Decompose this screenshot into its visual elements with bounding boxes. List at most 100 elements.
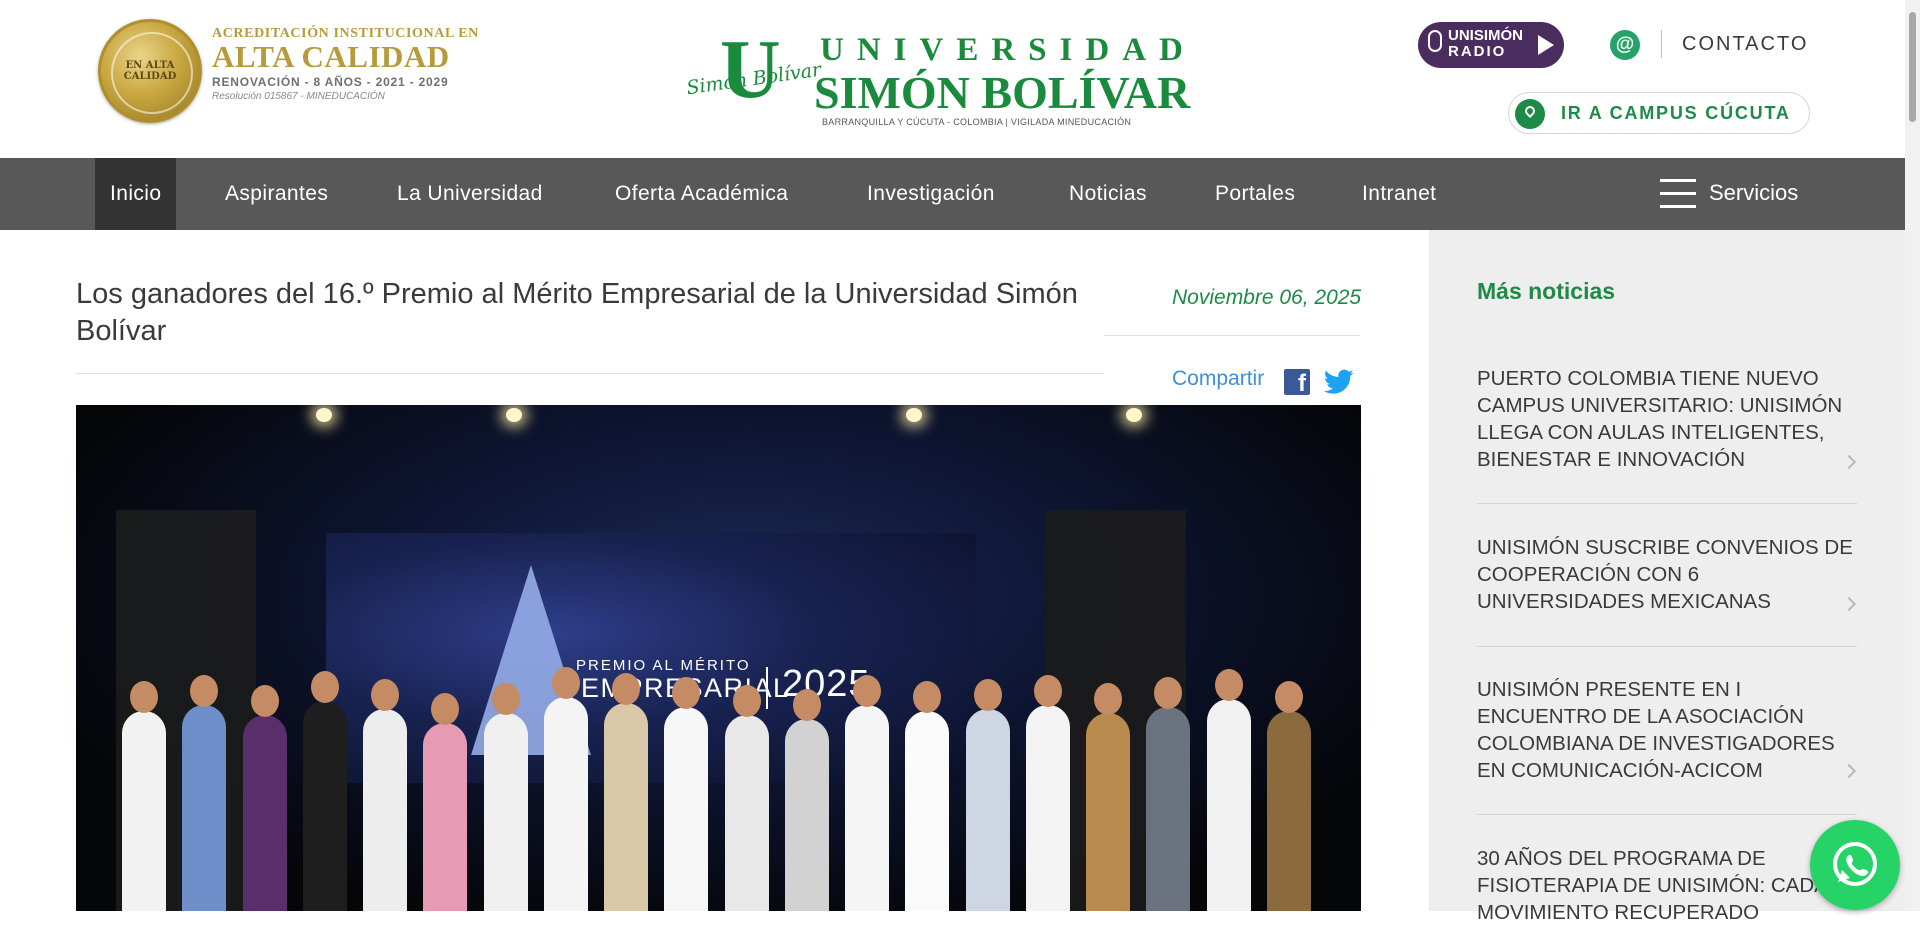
person-figure (905, 711, 949, 911)
unisimon-radio-button[interactable]: UNISIMÓN RADIO (1418, 22, 1564, 68)
nav-item-portales[interactable]: Portales (1215, 158, 1295, 230)
radio-label-line2: RADIO (1448, 43, 1507, 60)
at-icon[interactable]: @ (1610, 30, 1640, 60)
more-news-sidebar: Más noticias PUERTO COLOMBIA TIENE NUEVO… (1429, 230, 1905, 924)
person-figure (966, 709, 1010, 911)
article-photo: PREMIO AL MÉRITO EMPRESARIAL 2025 (76, 405, 1361, 911)
sidebar-title: Más noticias (1477, 278, 1616, 304)
page-scrollbar[interactable] (1905, 0, 1920, 911)
services-menu-button[interactable]: Servicios (1709, 158, 1798, 230)
person-head (672, 677, 700, 709)
person-head (1094, 683, 1122, 715)
person-head (431, 693, 459, 725)
nav-item-aspirantes[interactable]: Aspirantes (225, 158, 328, 230)
logo-line2: SIMÓN BOLÍVAR (814, 67, 1191, 118)
person-figure (1026, 705, 1070, 911)
person-figure (544, 697, 588, 911)
nav-item-investigacion[interactable]: Investigación (867, 158, 995, 230)
nav-item-intranet[interactable]: Intranet (1362, 158, 1436, 230)
map-pin-icon (1515, 99, 1545, 129)
person-head (612, 673, 640, 705)
person-figure (725, 715, 769, 911)
person-head (251, 685, 279, 717)
accreditation-block: ACREDITACIÓN INSTITUCIONAL EN ALTA CALID… (212, 26, 479, 102)
title-divider (76, 373, 1104, 374)
logo-tagline: BARRANQUILLA Y CÚCUTA - COLOMBIA | VIGIL… (822, 117, 1132, 127)
person-figure (604, 703, 648, 911)
stage-light (906, 408, 922, 422)
scrollbar-thumb[interactable] (1909, 12, 1916, 122)
person-head (913, 681, 941, 713)
person-head (853, 675, 881, 707)
person-head (190, 675, 218, 707)
person-figure (664, 707, 708, 911)
person-figure (1267, 711, 1311, 911)
person-figure (182, 705, 226, 911)
nav-item-la-universidad[interactable]: La Universidad (397, 158, 543, 230)
person-figure (484, 713, 528, 911)
logo-u-mark: U (720, 23, 781, 116)
news-divider (1477, 646, 1857, 647)
logo-line1: UNIVERSIDAD (820, 32, 1196, 68)
seal-text: EN ALTA CALIDAD (123, 60, 177, 82)
microphone-icon (1428, 30, 1442, 52)
news-item[interactable]: 30 AÑOS DEL PROGRAMA DE FISIOTERAPIA DE … (1477, 845, 1857, 926)
whatsapp-icon (1833, 842, 1877, 886)
main-nav: Inicio Aspirantes La Universidad Oferta … (0, 158, 1905, 230)
play-icon (1538, 35, 1554, 55)
campus-cucuta-button[interactable]: IR A CAMPUS CÚCUTA (1508, 92, 1810, 134)
person-figure (243, 715, 287, 911)
person-figure (785, 719, 829, 911)
person-head (492, 683, 520, 715)
accreditation-line2: ALTA CALIDAD (212, 39, 450, 74)
person-figure (1207, 699, 1251, 911)
stage-light (1126, 408, 1142, 422)
news-item[interactable]: PUERTO COLOMBIA TIENE NUEVO CAMPUS UNIVE… (1477, 365, 1857, 473)
person-figure (363, 709, 407, 911)
stage-light (506, 408, 522, 422)
person-head (793, 689, 821, 721)
person-figure (303, 701, 347, 911)
person-head (974, 679, 1002, 711)
person-head (1034, 675, 1062, 707)
radio-label-line1: UNISIMÓN (1448, 27, 1523, 44)
contact-link[interactable]: CONTACTO (1682, 33, 1808, 56)
date-divider (1104, 335, 1360, 336)
news-item[interactable]: UNISIMÓN PRESENTE EN I ENCUENTRO DE LA A… (1477, 676, 1857, 784)
person-figure (1146, 707, 1190, 911)
whatsapp-button[interactable] (1810, 820, 1900, 910)
accreditation-resolution: Resolución 015867 - MINEDUCACIÓN (212, 91, 385, 102)
person-figure (845, 705, 889, 911)
stage-light (316, 408, 332, 422)
person-head (733, 685, 761, 717)
person-figure (122, 711, 166, 911)
facebook-icon[interactable]: f (1284, 369, 1310, 395)
nav-item-noticias[interactable]: Noticias (1069, 158, 1147, 230)
person-figure (1086, 713, 1130, 911)
nav-item-inicio[interactable]: Inicio (95, 158, 177, 230)
person-head (371, 679, 399, 711)
news-divider (1477, 814, 1857, 815)
site-header: EN ALTA CALIDAD ACREDITACIÓN INSTITUCION… (0, 0, 1905, 158)
person-head (552, 667, 580, 699)
news-item[interactable]: UNISIMÓN SUSCRIBE CONVENIOS DE COOPERACI… (1477, 534, 1857, 615)
hamburger-menu-icon[interactable] (1660, 179, 1696, 209)
header-divider (1661, 30, 1662, 58)
campus-button-label: IR A CAMPUS CÚCUTA (1561, 103, 1791, 123)
news-divider (1477, 503, 1857, 504)
article-date: Noviembre 06, 2025 (1172, 286, 1362, 309)
person-figure (423, 723, 467, 911)
accreditation-line3: RENOVACIÓN - 8 AÑOS - 2021 - 2029 (212, 75, 449, 89)
nav-item-oferta-academica[interactable]: Oferta Académica (615, 158, 788, 230)
person-head (130, 681, 158, 713)
university-logo[interactable]: Simón Bolívar U UNIVERSIDAD SIMÓN BOLÍVA… (685, 23, 1206, 132)
person-head (1275, 681, 1303, 713)
accreditation-seal-icon: EN ALTA CALIDAD (98, 19, 202, 123)
award-winners-group (116, 655, 1321, 911)
share-label: Compartir (1172, 367, 1265, 390)
article-title: Los ganadores del 16.º Premio al Mérito … (76, 278, 1078, 347)
person-head (1215, 669, 1243, 701)
twitter-icon[interactable] (1324, 369, 1354, 395)
person-head (311, 671, 339, 703)
person-head (1154, 677, 1182, 709)
